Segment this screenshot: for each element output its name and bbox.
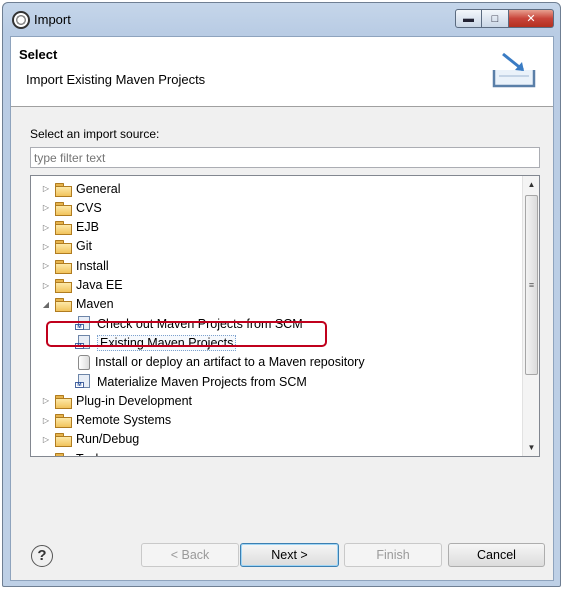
tree-item[interactable]: ▷ CVS bbox=[40, 198, 102, 217]
tree-item-label: Run/Debug bbox=[76, 432, 140, 447]
maximize-button[interactable]: □ bbox=[482, 9, 509, 28]
tree-item-label: Remote Systems bbox=[76, 413, 172, 428]
tree-item-label: Maven bbox=[76, 297, 114, 312]
import-source-label: Select an import source: bbox=[30, 127, 160, 141]
folder-icon bbox=[55, 414, 72, 429]
scroll-down-arrow[interactable]: ▼ bbox=[523, 439, 539, 456]
tree-item[interactable]: ▷ Tasks bbox=[40, 449, 108, 456]
tree-item-label: Tasks bbox=[76, 452, 108, 456]
tree-item-label: Plug-in Development bbox=[76, 393, 193, 408]
expand-arrow-icon[interactable]: ▷ bbox=[40, 203, 52, 212]
folder-icon bbox=[55, 259, 72, 274]
folder-icon bbox=[55, 279, 72, 293]
tree-item[interactable]: ▷ Plug-in Development bbox=[40, 391, 192, 410]
tree-item[interactable]: ▷ EJB bbox=[40, 218, 99, 237]
selection-highlight-annotation bbox=[46, 321, 327, 347]
folder-icon bbox=[55, 201, 72, 216]
tree-item[interactable]: ▷ Java EE bbox=[40, 276, 123, 295]
next-button[interactable]: Next > bbox=[240, 543, 339, 567]
tree-item-label: Install bbox=[76, 258, 109, 273]
expand-arrow-icon[interactable]: ▷ bbox=[40, 435, 52, 444]
folder-icon bbox=[55, 240, 72, 255]
scroll-thumb[interactable]: ≡ bbox=[525, 195, 538, 375]
folder-icon bbox=[55, 298, 72, 313]
tree-item[interactable]: ◢ Maven bbox=[40, 295, 114, 314]
tree-item-label: CVS bbox=[76, 200, 102, 215]
folder-icon bbox=[55, 433, 72, 448]
collapse-arrow-icon[interactable]: ◢ bbox=[40, 300, 52, 309]
expand-arrow-icon[interactable]: ▷ bbox=[40, 454, 52, 456]
window-title: Import bbox=[34, 12, 71, 27]
close-button[interactable]: ✕ bbox=[509, 9, 554, 28]
minimize-button[interactable]: ▬ bbox=[455, 9, 482, 28]
import-source-tree[interactable]: ▷ General ▷ CVS ▷ EJB ▷ Git ▷ Install ▷ Java EE ◢ Mav… bbox=[30, 175, 540, 457]
filter-input[interactable] bbox=[30, 147, 540, 168]
tree-item[interactable]: ▷ General bbox=[40, 179, 120, 198]
tree-item[interactable]: M Materialize Maven Projects from SCM bbox=[75, 372, 307, 391]
page-title: Select bbox=[19, 47, 58, 62]
scroll-up-arrow[interactable]: ▲ bbox=[523, 176, 539, 193]
jar-icon bbox=[78, 354, 90, 370]
tree-item[interactable]: Install or deploy an artifact to a Maven… bbox=[75, 353, 365, 372]
finish-button[interactable]: Finish bbox=[344, 543, 442, 567]
tree-item[interactable]: ▷ Remote Systems bbox=[40, 411, 171, 430]
expand-arrow-icon[interactable]: ▷ bbox=[40, 242, 52, 251]
tree-item[interactable]: ▷ Run/Debug bbox=[40, 430, 139, 449]
page-description: Import Existing Maven Projects bbox=[26, 72, 206, 87]
window-controls: ▬ □ ✕ bbox=[455, 9, 554, 29]
tree-item-label: Java EE bbox=[76, 278, 123, 292]
folder-icon bbox=[55, 221, 72, 236]
tree-item[interactable]: ▷ Git bbox=[40, 237, 92, 256]
tree-item-label: Git bbox=[76, 239, 92, 254]
expand-arrow-icon[interactable]: ▷ bbox=[40, 184, 52, 193]
tree-item-label: Install or deploy an artifact to a Maven… bbox=[95, 355, 365, 370]
tree-item-label: EJB bbox=[76, 220, 99, 235]
expand-arrow-icon[interactable]: ▷ bbox=[40, 281, 52, 290]
folder-icon bbox=[55, 394, 72, 409]
maven-project-icon: M bbox=[75, 374, 92, 389]
cancel-button[interactable]: Cancel bbox=[448, 543, 545, 567]
wizard-header: Select Import Existing Maven Projects bbox=[11, 37, 553, 107]
expand-arrow-icon[interactable]: ▷ bbox=[40, 223, 52, 232]
title-bar[interactable]: Import ▬ □ ✕ bbox=[3, 3, 560, 37]
back-button[interactable]: < Back bbox=[141, 543, 239, 567]
expand-arrow-icon[interactable]: ▷ bbox=[40, 416, 52, 425]
expand-arrow-icon[interactable]: ▷ bbox=[40, 261, 52, 270]
folder-icon bbox=[55, 452, 72, 456]
import-dialog: Import ▬ □ ✕ Select Import Existing Mave… bbox=[2, 2, 561, 587]
folder-icon bbox=[55, 182, 72, 197]
tree-item[interactable]: ▷ Install bbox=[40, 256, 109, 275]
dialog-body: Select Import Existing Maven Projects Se… bbox=[10, 36, 554, 581]
vertical-scrollbar[interactable]: ▲ ≡ ▼ bbox=[522, 176, 539, 456]
help-icon[interactable]: ? bbox=[31, 545, 53, 567]
expand-arrow-icon[interactable]: ▷ bbox=[40, 396, 52, 405]
import-wizard-icon bbox=[492, 52, 536, 88]
tree-content: ▷ General ▷ CVS ▷ EJB ▷ Git ▷ Install ▷ Java EE ◢ Mav… bbox=[31, 176, 522, 456]
eclipse-icon bbox=[12, 11, 30, 29]
tree-item-label: Materialize Maven Projects from SCM bbox=[97, 374, 307, 389]
tree-item-label: General bbox=[76, 181, 121, 196]
